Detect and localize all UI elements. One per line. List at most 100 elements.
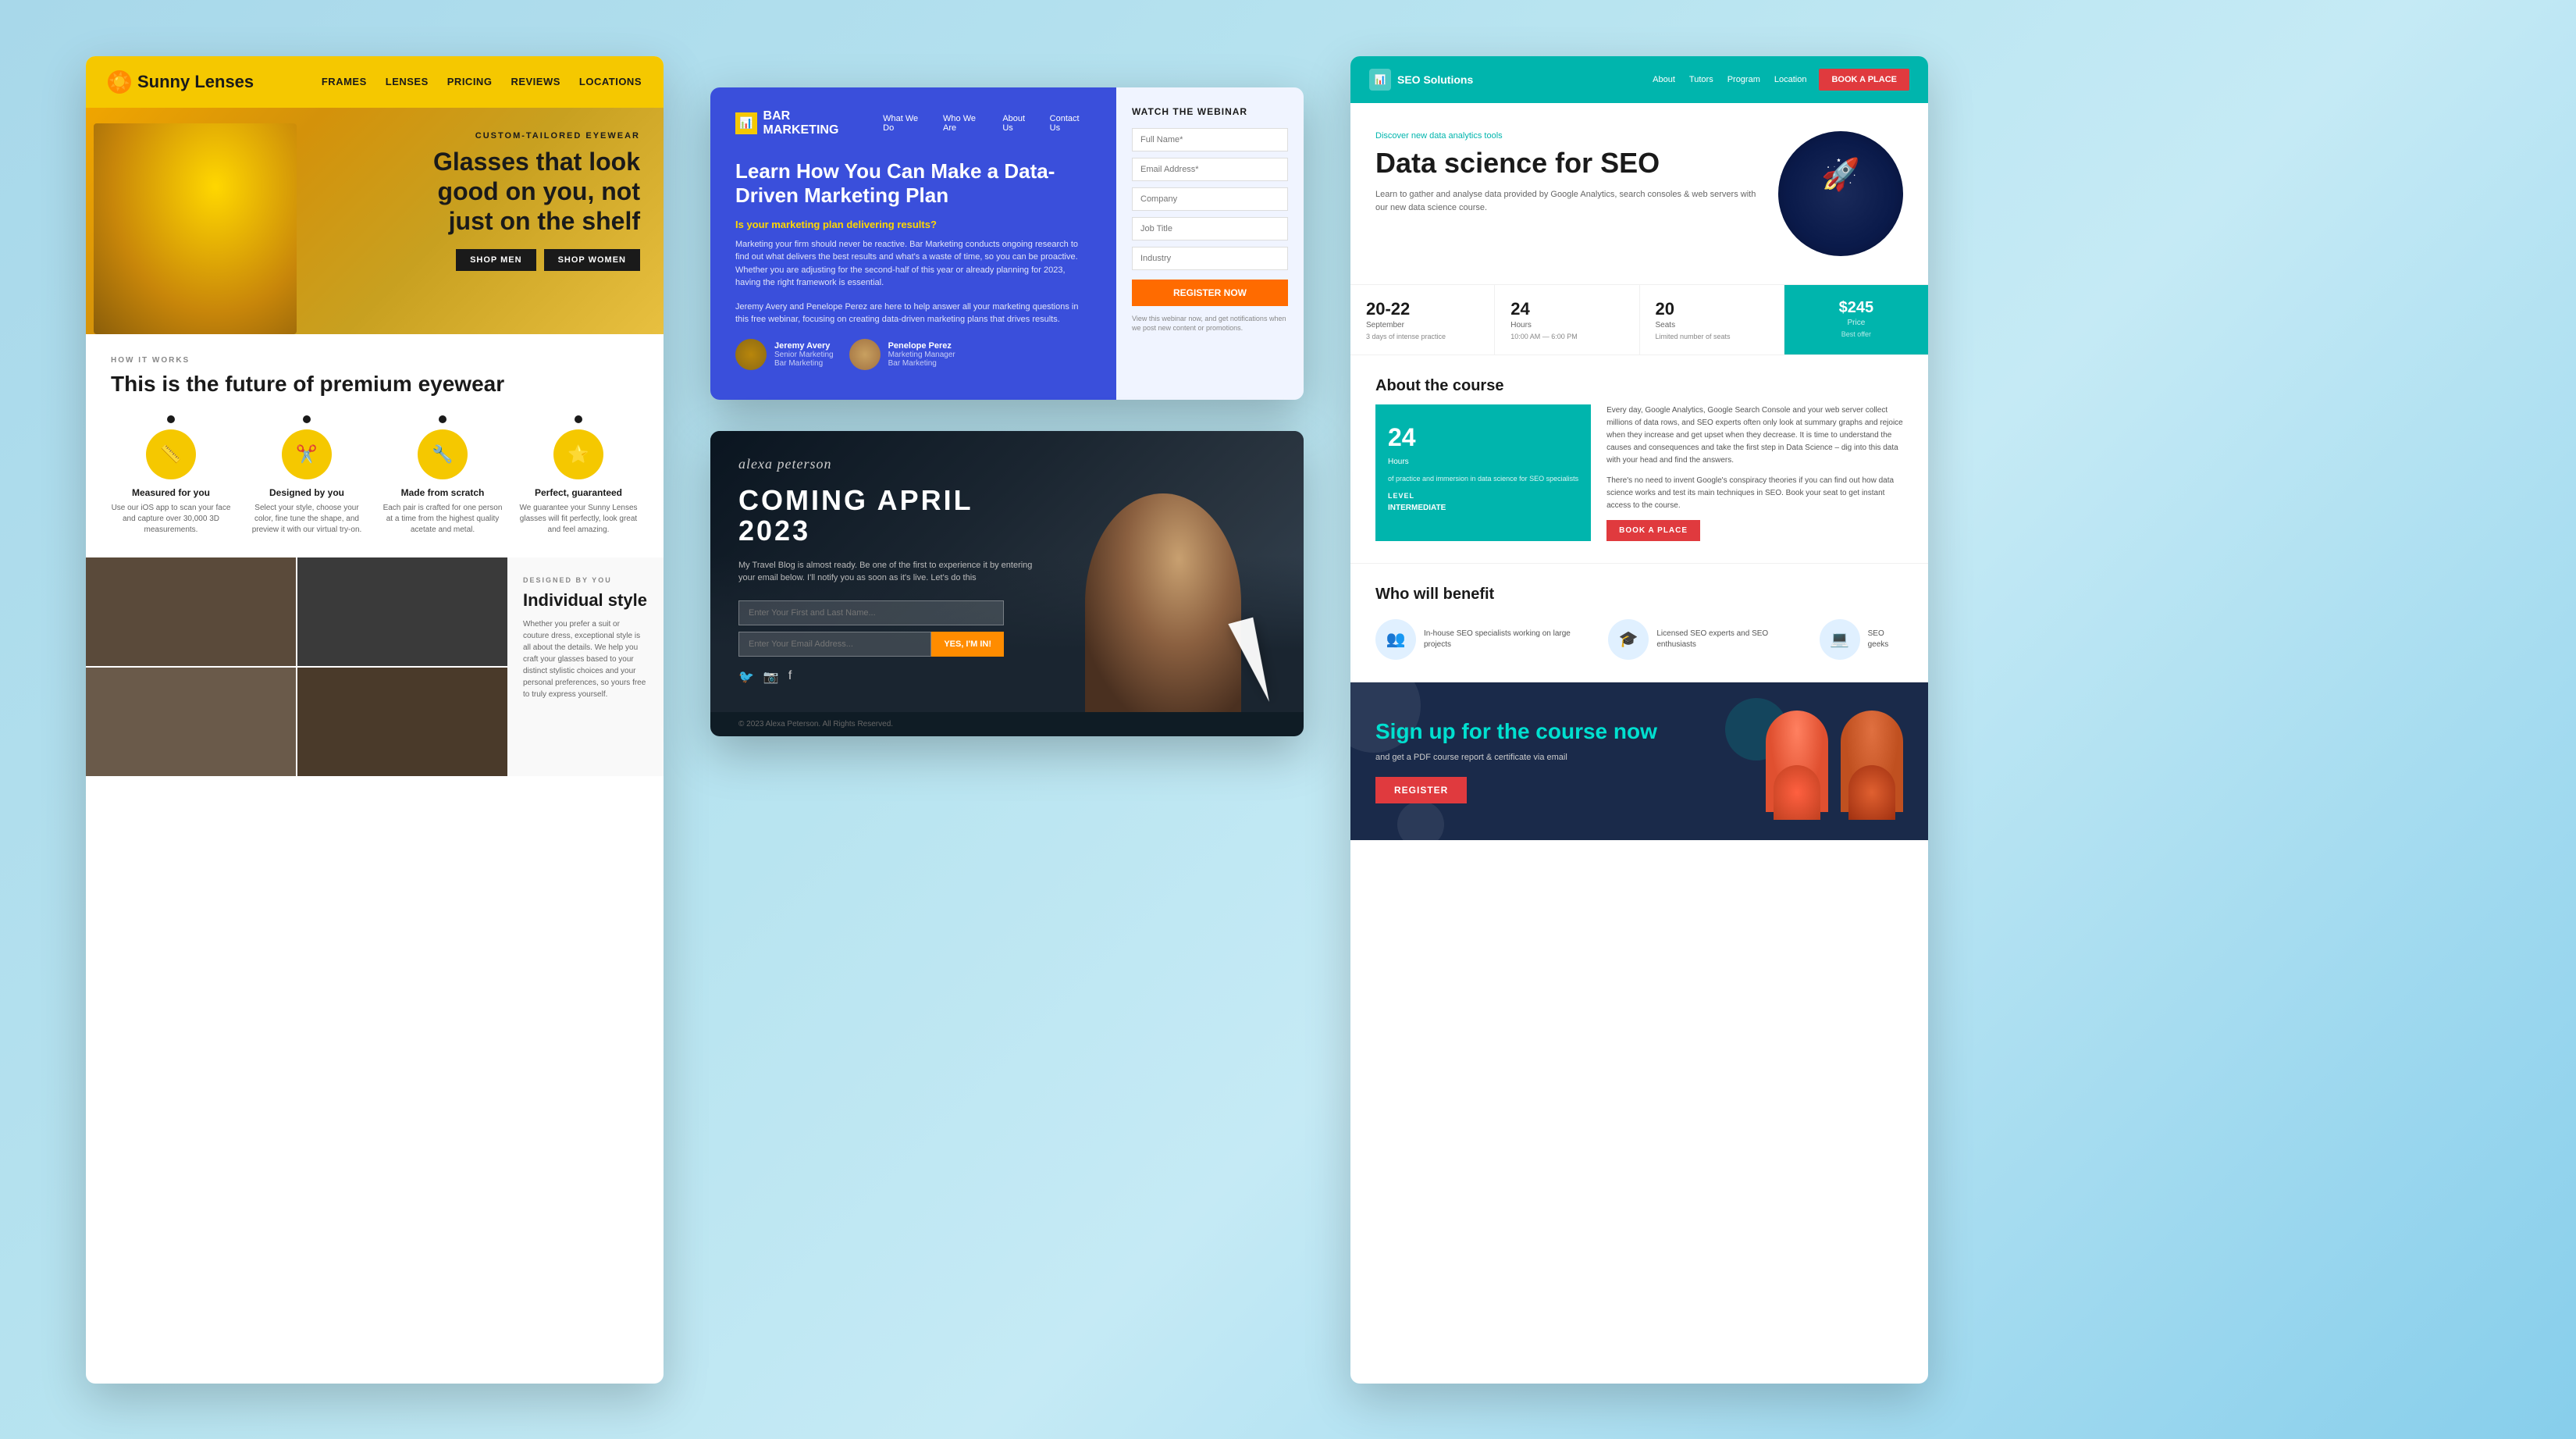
sl-nav-links: FRAMES LENSES PRICING REVIEWS LOCATIONS (322, 76, 642, 87)
sl-icon-measure: 📏 (146, 429, 196, 479)
bm-text2: Jeremy Avery and Penelope Perez are here… (735, 301, 1091, 326)
bm-avatar-2 (849, 339, 881, 370)
main-container: ☀️ Sunny Lenses FRAMES LENSES PRICING RE… (39, 9, 2537, 1430)
cs-instagram-icon[interactable]: 📷 (763, 669, 779, 685)
cs-footer-text: © 2023 Alexa Peterson. All Rights Reserv… (738, 720, 893, 728)
seo-stat-price: $245 Price Best offer (1784, 285, 1928, 354)
seo-stat-hours-label: Hours (1510, 321, 1623, 329)
sl-hero-person (94, 123, 297, 334)
seo-benefit-section: Who will benefit 👥 In-house SEO speciali… (1350, 564, 1928, 682)
bm-form-note: View this webinar now, and get notificat… (1132, 314, 1288, 333)
sl-how-title: This is the future of premium eyewear (111, 371, 639, 397)
seo-signup-btn[interactable]: REGISTER (1375, 777, 1467, 803)
seo-stat-dates-sub: 3 days of intense practice (1366, 333, 1478, 340)
bm-text: Marketing your firm should never be reac… (735, 238, 1091, 290)
seo-signup-section: Sign up for the course now and get a PDF… (1350, 682, 1928, 840)
cs-desc: My Travel Blog is almost ready. Be one o… (738, 559, 1038, 585)
sl-feature-4-text: We guarantee your Sunny Lenses glasses w… (518, 503, 639, 536)
seo-circle-decor-2 (1397, 801, 1444, 840)
sl-logo: ☀️ Sunny Lenses (108, 70, 306, 94)
seo-nav-program[interactable]: Program (1727, 75, 1760, 84)
seo-person-right-icon (1841, 711, 1903, 812)
seo-nav-tutors[interactable]: Tutors (1689, 75, 1713, 84)
bm-nav-what[interactable]: What We Do (883, 114, 930, 133)
bm-nav-who[interactable]: Who We Are (943, 114, 990, 133)
bm-speaker-2-info: Penelope Perez Marketing Manager Bar Mar… (888, 341, 955, 368)
seo-about-box-text: of practice and immersion in data scienc… (1388, 474, 1578, 484)
seo-signup-title: Sign up for the course now (1375, 718, 1747, 745)
bm-speaker-2-name: Penelope Perez (888, 341, 955, 351)
sl-feature-4-title: Perfect, guaranteed (518, 487, 639, 498)
seo-about-box: 24 Hours of practice and immersion in da… (1375, 404, 1591, 541)
sl-nav-reviews[interactable]: REVIEWS (511, 76, 560, 87)
cs-submit-row: YES, I'M IN! (738, 632, 1004, 657)
bm-speaker-2: Penelope Perez Marketing Manager Bar Mar… (849, 339, 955, 370)
sl-shop-women-btn[interactable]: SHOP WOMEN (544, 249, 640, 271)
center-column: 📊 BAR MARKETING What We Do Who We Are Ab… (710, 87, 1304, 736)
sl-icon-scratch: 🔧 (418, 429, 468, 479)
sl-photo-2 (297, 557, 507, 666)
cs-twitter-icon[interactable]: 🐦 (738, 669, 754, 685)
seo-hero-label: Discover new data analytics tools (1375, 131, 1759, 141)
bm-container: 📊 BAR MARKETING What We Do Who We Are Ab… (710, 87, 1304, 400)
bm-email-input[interactable] (1132, 158, 1288, 181)
sl-hero-title: Glasses that look good on you, not just … (422, 147, 640, 237)
bm-speaker-2-role: Marketing Manager (888, 351, 955, 359)
coming-soon-card: alexa peterson COMING APRIL 2023 My Trav… (710, 431, 1304, 736)
bm-title: Learn How You Can Make a Data-Driven Mar… (735, 159, 1091, 208)
sl-individual-title: Individual style (523, 590, 648, 611)
bm-logo-icon: 📊 (735, 112, 757, 134)
sl-photo-grid (86, 557, 507, 776)
sl-hero: CUSTOM-TAILORED EYEWEAR Glasses that loo… (86, 108, 664, 334)
bm-form-title: WATCH THE WEBINAR (1132, 106, 1288, 117)
cs-social-links: 🐦 📷 f (738, 669, 1038, 685)
sl-feature-1-title: Measured for you (111, 487, 231, 498)
bm-register-btn[interactable]: REGISTER NOW (1132, 280, 1288, 306)
cs-title: COMING APRIL 2023 (738, 485, 1038, 547)
seo-nav-about[interactable]: About (1653, 75, 1675, 84)
seo-benefit-text-1: In-house SEO specialists working on larg… (1424, 629, 1589, 650)
seo-benefit-items: 👥 In-house SEO specialists working on la… (1375, 619, 1903, 660)
sl-icon-design: ✂️ (282, 429, 332, 479)
bm-company-input[interactable] (1132, 187, 1288, 211)
seo-benefit-text-3: SEO geeks (1868, 629, 1903, 650)
bm-speaker-2-company: Bar Marketing (888, 359, 955, 368)
seo-stat-dates-label: September (1366, 321, 1478, 329)
seo-signup-desc: and get a PDF course report & certificat… (1375, 751, 1747, 764)
cs-name-input[interactable] (738, 600, 1004, 625)
cs-submit-btn[interactable]: YES, I'M IN! (931, 632, 1004, 657)
sl-nav-locations[interactable]: LOCATIONS (579, 76, 642, 87)
seo-stat-price-num: $245 (1800, 299, 1912, 317)
sl-features-row: 📏 Measured for you Use our iOS app to sc… (111, 415, 639, 536)
cs-email-input[interactable] (738, 632, 931, 657)
sl-nav-lenses[interactable]: LENSES (386, 76, 429, 87)
seo-about-inner: 24 Hours of practice and immersion in da… (1375, 404, 1903, 541)
bm-industry-input[interactable] (1132, 247, 1288, 270)
seo-level-val: Intermediate (1388, 502, 1578, 514)
seo-book-btn[interactable]: BOOK A PLACE (1819, 69, 1909, 91)
sl-nav-pricing[interactable]: PRICING (447, 76, 493, 87)
seo-signup-content: Sign up for the course now and get a PDF… (1375, 718, 1747, 803)
seo-stat-price-label: Price (1800, 319, 1912, 327)
sl-individual-text: Whether you prefer a suit or couture dre… (523, 618, 648, 700)
seo-nav-location[interactable]: Location (1774, 75, 1807, 84)
cursor-container (1239, 619, 1265, 705)
seo-solutions-card: 📊 SEO Solutions About Tutors Program Loc… (1350, 56, 1928, 1384)
sl-shop-men-btn[interactable]: SHOP MEN (456, 249, 535, 271)
cs-facebook-icon[interactable]: f (788, 669, 792, 685)
bm-jobtitle-input[interactable] (1132, 217, 1288, 240)
sl-hero-label: CUSTOM-TAILORED EYEWEAR (422, 131, 640, 141)
seo-place-btn[interactable]: BOOK A PLACE (1606, 520, 1700, 541)
sl-photo-1 (86, 557, 296, 666)
seo-benefit-item-3: 💻 SEO geeks (1820, 619, 1903, 660)
sl-nav-frames[interactable]: FRAMES (322, 76, 367, 87)
seo-navbar: 📊 SEO Solutions About Tutors Program Loc… (1350, 56, 1928, 103)
bm-fullname-input[interactable] (1132, 128, 1288, 151)
sl-icon-guarantee: ⭐ (553, 429, 603, 479)
sl-hero-buttons: SHOP MEN SHOP WOMEN (422, 249, 640, 271)
bm-logo-text: BAR MARKETING (763, 109, 868, 137)
bm-nav-contact[interactable]: Contact Us (1050, 114, 1091, 133)
bm-nav-links: What We Do Who We Are About Us Contact U… (883, 114, 1091, 133)
bm-nav-about[interactable]: About Us (1002, 114, 1037, 133)
sl-how-label: HOW IT WORKS (111, 356, 639, 365)
